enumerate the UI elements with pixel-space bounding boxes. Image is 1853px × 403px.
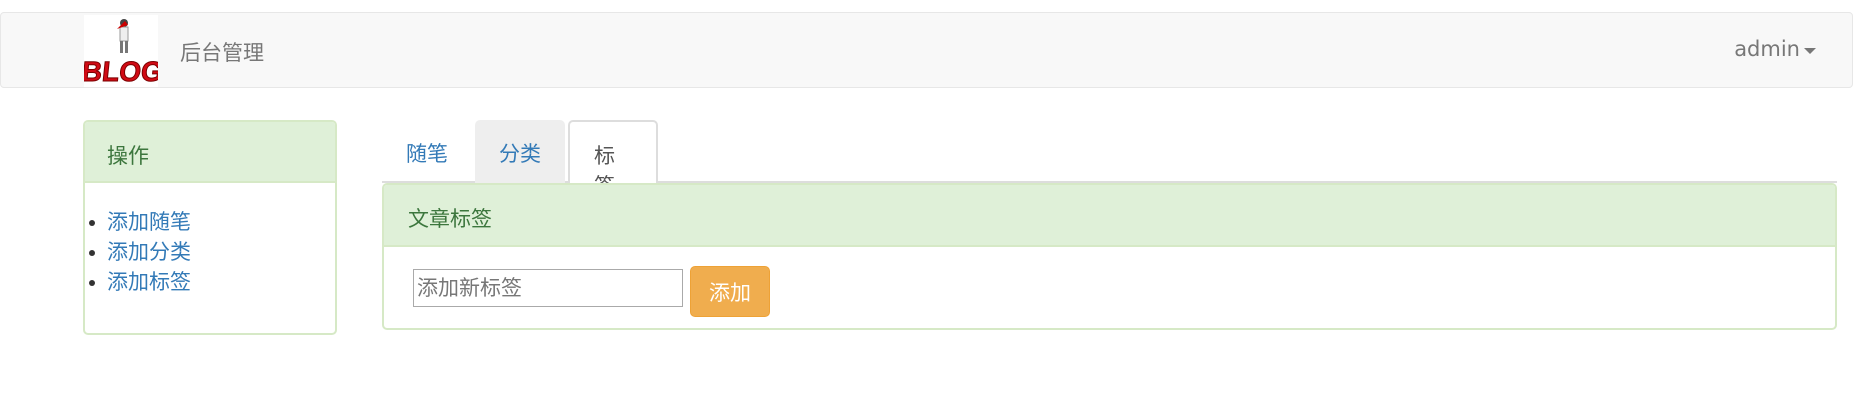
content-tabs: 随笔 分类 标签 xyxy=(382,120,1837,198)
add-post-link[interactable]: 添加随笔 xyxy=(107,210,191,234)
tab-tags[interactable]: 标签 xyxy=(568,120,658,198)
list-item: 添加标签 xyxy=(85,267,335,297)
user-dropdown[interactable]: admin xyxy=(1734,37,1816,61)
add-tag-button[interactable]: 添加 xyxy=(690,266,770,317)
caret-down-icon xyxy=(1804,47,1816,54)
operations-panel-title: 操作 xyxy=(85,122,335,183)
brand-title[interactable]: 后台管理 xyxy=(180,37,264,67)
tab-categories[interactable]: 分类 xyxy=(475,120,565,183)
blog-logo[interactable]: BLOG xyxy=(80,15,165,87)
article-tags-title: 文章标签 xyxy=(384,185,1835,247)
list-item: 添加随笔 xyxy=(85,207,335,237)
top-navbar: BLOG 后台管理 admin xyxy=(0,12,1853,88)
operations-list: 添加随笔 添加分类 添加标签 xyxy=(85,183,335,297)
add-tag-link[interactable]: 添加标签 xyxy=(107,270,191,294)
operations-panel: 操作 添加随笔 添加分类 添加标签 xyxy=(83,120,337,335)
add-category-link[interactable]: 添加分类 xyxy=(107,240,191,264)
tab-posts[interactable]: 随笔 xyxy=(382,120,472,183)
article-tags-panel: 文章标签 添加 xyxy=(382,183,1837,330)
svg-text:BLOG: BLOG xyxy=(84,56,158,87)
list-item: 添加分类 xyxy=(85,237,335,267)
new-tag-input[interactable] xyxy=(413,269,683,307)
username: admin xyxy=(1734,37,1800,61)
